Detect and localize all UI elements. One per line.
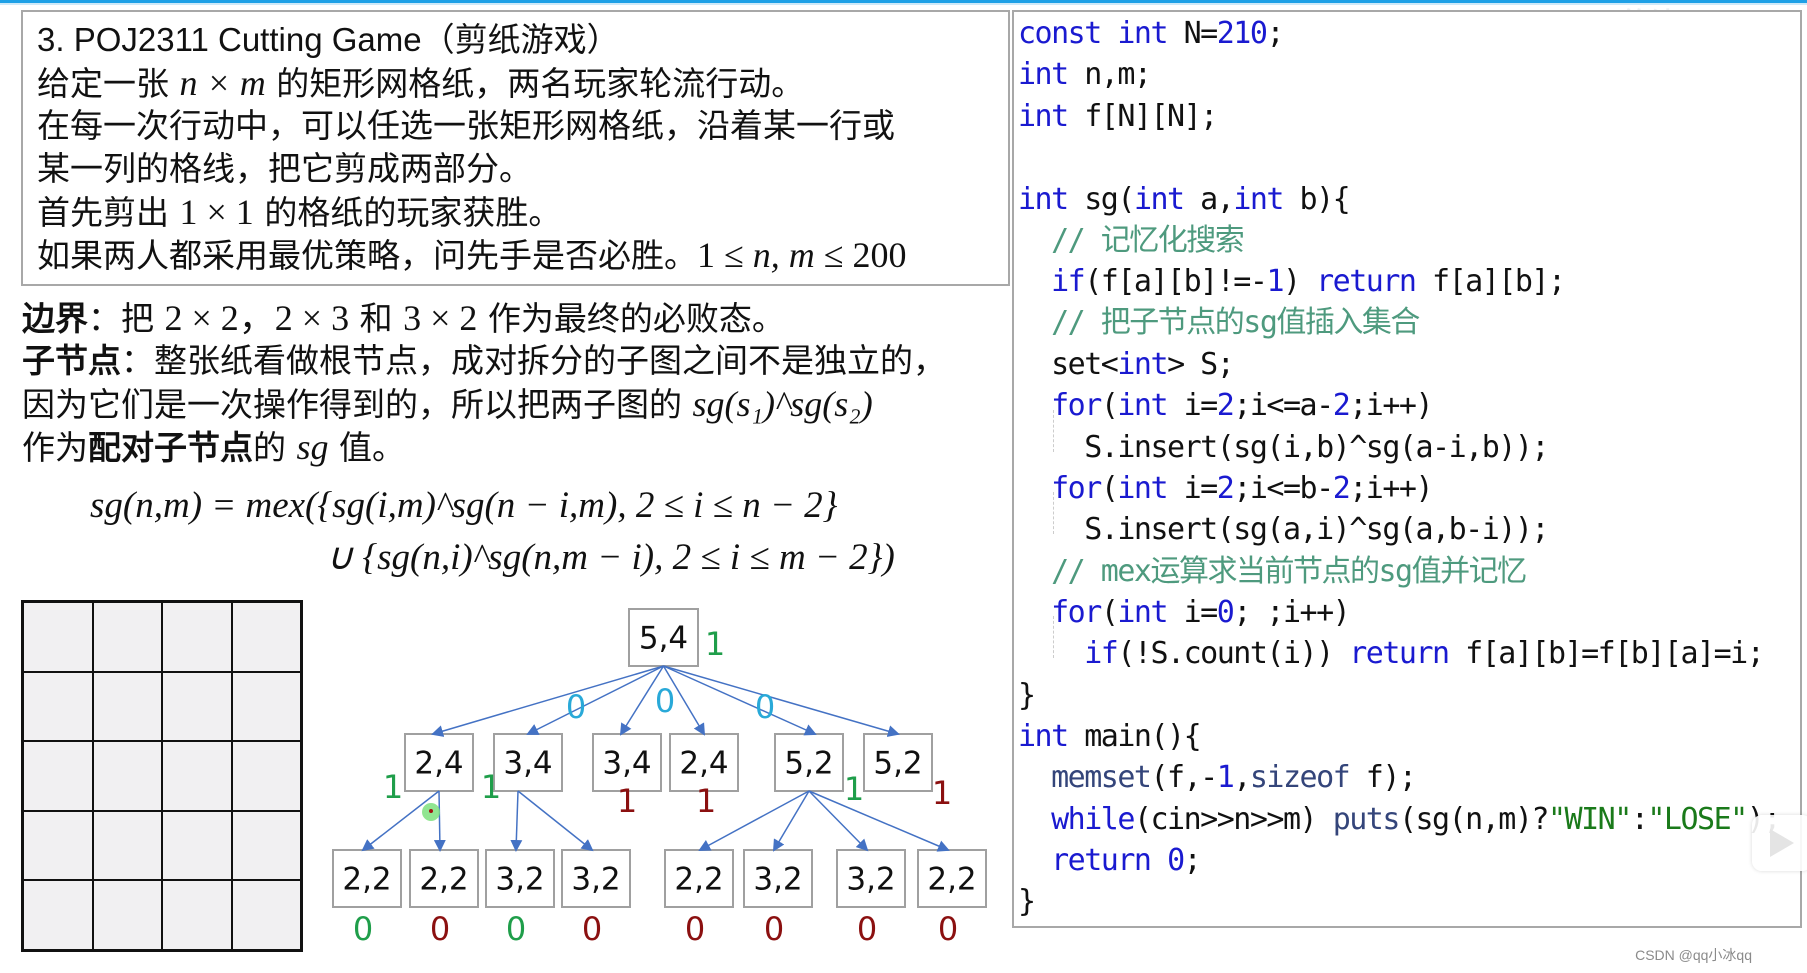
code-line: int main(){ (1018, 719, 1202, 754)
tree-level1-node-label: 2,4 (679, 746, 728, 782)
tree-level1-sg: 1 (383, 768, 403, 806)
game-tree-diagram: 5,4 12,4 3,4 3,4 2,4 5,2 5,21 1 1 1 1 10 0 02,202,203… (332, 608, 987, 948)
code-line: // mex运算求当前节点的sg值并记忆 (1051, 554, 1527, 589)
tree-level2-node-label: 2,2 (927, 862, 976, 898)
tree-level2-node-label: 3,2 (571, 862, 620, 898)
code-line: // 记忆化搜索 (1051, 223, 1245, 258)
tree-level2-node-label: 3,2 (846, 862, 895, 898)
code-line: } (1018, 884, 1036, 919)
code-line: int n,m; (1018, 57, 1152, 92)
code-line: while(cin>>n>>m) puts(sg(n,m)?"WIN":"LOS… (1051, 802, 1781, 837)
code-line: const int N=210; (1018, 16, 1285, 51)
tree-level2-sg: 0 (353, 910, 373, 948)
tree-level2-sg: 0 (857, 910, 877, 948)
code-line: memset(f,-1,sizeof f); (1051, 760, 1417, 795)
code-line: if(!S.count(i)) return f[a][b]=f[b][a]=i… (1084, 636, 1765, 671)
tree-level1-sg: 1 (844, 770, 864, 808)
tree-level1-sg: 1 (617, 782, 637, 820)
tree-root-node-label: 5,4 (639, 621, 688, 657)
code-line: int sg(int a,int b){ (1018, 182, 1351, 217)
tree-level2-sg: 0 (506, 910, 526, 948)
tree-level2-node-label: 2,2 (342, 862, 391, 898)
code-line: set<int> S; (1018, 347, 1235, 382)
tree-level2-sg: 0 (764, 910, 784, 948)
tree-level2-sg: 0 (685, 910, 705, 948)
tree-xor-label: 0 (755, 688, 775, 726)
indent-guide (1053, 616, 1054, 658)
tree-edge-arrow (663, 665, 817, 736)
tree-level1-sg: 1 (932, 774, 952, 812)
indent-guide (1053, 410, 1054, 452)
tree-level2-node-label: 2,2 (674, 862, 723, 898)
tree-xor-label: 0 (655, 682, 675, 720)
code-line: for(int i=0; ;i++) (1051, 595, 1351, 630)
video-play-button[interactable] (1752, 815, 1807, 871)
code-line: for(int i=2;i<=b-2;i++) (1051, 471, 1433, 506)
code-line: S.insert(sg(a,i)^sg(a,b-i)); (1018, 512, 1549, 547)
play-icon (1770, 829, 1794, 857)
tree-level1-node-label: 5,2 (784, 746, 833, 782)
tree-root-sg: 1 (705, 625, 725, 663)
tree-level1-sg: 1 (481, 768, 501, 806)
tree-level1-sg: 1 (696, 782, 716, 820)
tree-level2-node-label: 2,2 (419, 862, 468, 898)
code-line: if(f[a][b]!=-1) return f[a][b]; (1051, 264, 1566, 299)
footer-credit: CSDN @qq小冰qq (1635, 947, 1752, 963)
tree-level2-sg: 0 (582, 910, 602, 948)
tree-level1-node-label: 2,4 (414, 746, 463, 782)
tree-level2-sg: 0 (430, 910, 450, 948)
tree-edge-arrow (698, 790, 810, 851)
code-line: return 0; (1051, 843, 1202, 878)
tree-edge-arrow (517, 790, 594, 852)
tree-edge-arrow (808, 790, 950, 852)
code-line: S.insert(sg(i,b)^sg(a-i,b)); (1018, 430, 1549, 465)
tree-level1-node-label: 3,4 (602, 746, 651, 782)
tree-edge-arrow (433, 790, 446, 852)
tree-level1-node-label: 3,4 (503, 746, 552, 782)
code-line: } (1018, 678, 1036, 713)
tree-level2-node-label: 3,2 (753, 862, 802, 898)
tree-level2-sg: 0 (938, 910, 958, 948)
tree-level2-node-label: 3,2 (495, 862, 544, 898)
code-line: for(int i=2;i<=a-2;i++) (1051, 388, 1433, 423)
indent-guide (1053, 492, 1054, 534)
tree-level1-node-label: 5,2 (873, 746, 922, 782)
code-line: // 把子节点的sg值插入集合 (1051, 305, 1420, 340)
code-line: int f[N][N]; (1018, 99, 1218, 134)
cursor-pointer-dot (429, 809, 433, 813)
tree-edge-arrow (510, 790, 523, 852)
tree-xor-label: 0 (566, 688, 586, 726)
